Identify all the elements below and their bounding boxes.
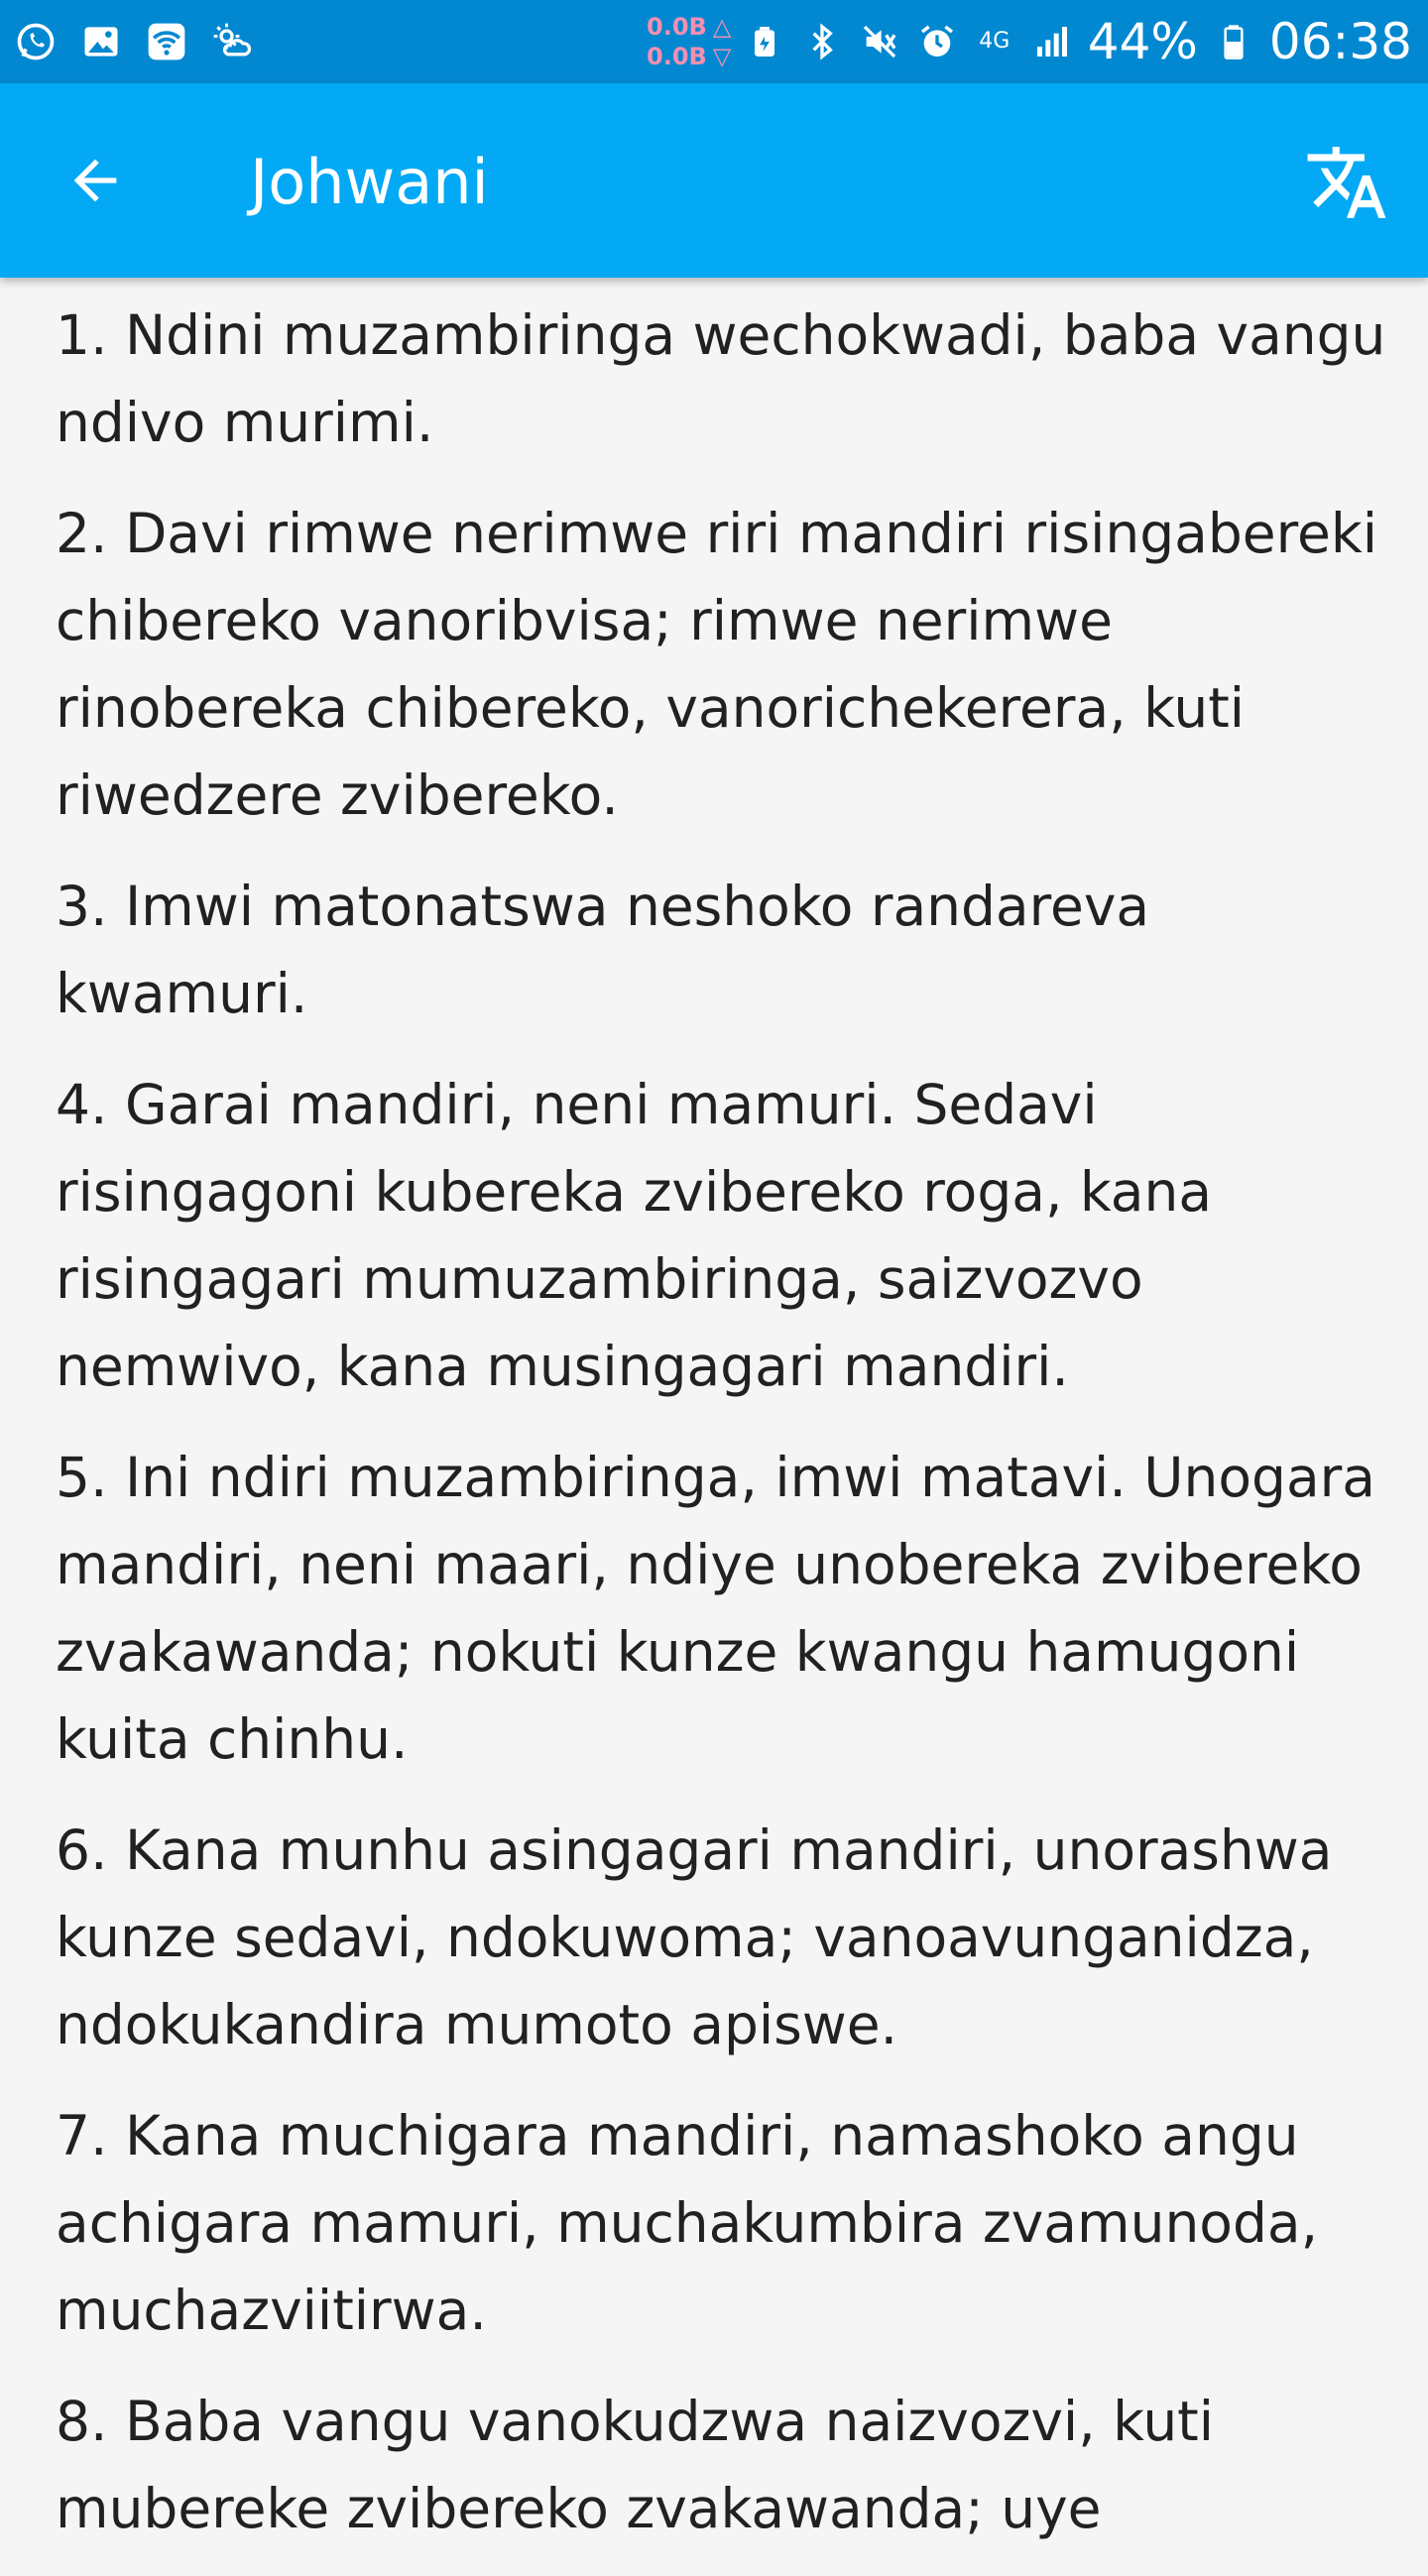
verse-2[interactable]: 2. Davi rimwe nerimwe riri mandiri risin… <box>56 490 1394 839</box>
net-speed: 0.0B △ 0.0B ▽ <box>647 12 742 73</box>
page-title: Johwani <box>250 146 489 218</box>
verse-7[interactable]: 7. Kana muchigara mandiri, namashoko ang… <box>56 2092 1394 2354</box>
signal-icon <box>1030 20 1074 63</box>
battery-saver-icon <box>743 20 786 63</box>
verse-5[interactable]: 5. Ini ndiri muzambiringa, imwi matavi. … <box>56 1434 1394 1783</box>
verse-4[interactable]: 4. Garai mandiri, neni mamuri. Sedavi ri… <box>56 1061 1394 1410</box>
translate-button[interactable] <box>1301 137 1392 228</box>
verse-1[interactable]: 1. Ndini muzambiringa wechokwadi, baba v… <box>56 292 1394 466</box>
data-icon: 4G <box>973 20 1016 63</box>
upload-arrow-icon: △ <box>712 13 732 41</box>
verse-3[interactable]: 3. Imwi matonatswa neshoko randareva kwa… <box>56 863 1394 1037</box>
arrow-back-icon <box>73 159 117 202</box>
battery-percent: 44% <box>1087 13 1198 70</box>
verse-8[interactable]: 8. Baba vangu vanokudzwa naizvozvi, kuti… <box>56 2378 1394 2552</box>
wifi-icon <box>143 18 190 65</box>
clock: 06:38 <box>1268 13 1412 70</box>
net-down-value: 0.0B <box>647 43 707 70</box>
network-type-label: 4G <box>979 29 1011 54</box>
chapter-content: 1. Ndini muzambiringa wechokwadi, baba v… <box>56 292 1394 2576</box>
translate-icon <box>1307 147 1386 218</box>
mute-icon <box>858 20 901 63</box>
whatsapp-icon <box>12 18 60 65</box>
battery-icon <box>1212 20 1255 63</box>
net-up-value: 0.0B <box>647 13 707 41</box>
back-button[interactable] <box>50 135 141 226</box>
bluetooth-icon <box>800 20 844 63</box>
alarm-icon <box>915 20 959 63</box>
app-toolbar: Johwani <box>0 83 1428 278</box>
weather-icon <box>208 18 256 65</box>
download-arrow-icon: ▽ <box>712 43 732 70</box>
gallery-icon <box>77 18 125 65</box>
status-bar: 0.0B △ 0.0B ▽ 4G 44% 06:38 <box>0 0 1428 83</box>
verse-6[interactable]: 6. Kana munhu asingagari mandiri, unoras… <box>56 1807 1394 2068</box>
